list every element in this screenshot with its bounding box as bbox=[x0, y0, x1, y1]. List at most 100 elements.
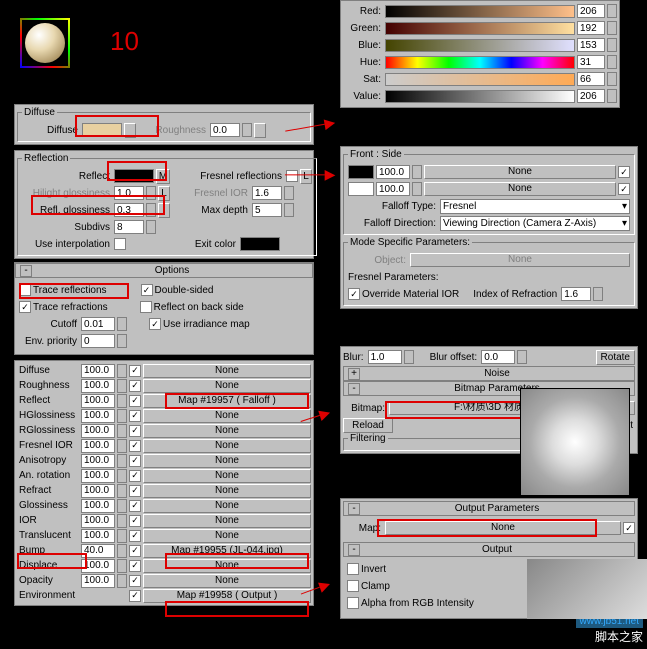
map-slot-button[interactable]: None bbox=[143, 469, 311, 483]
hilight-input[interactable] bbox=[114, 186, 144, 200]
color-spinner[interactable] bbox=[607, 4, 617, 18]
map-slot-button[interactable]: None bbox=[143, 439, 311, 453]
output-params-header[interactable]: - Output Parameters bbox=[343, 501, 635, 516]
map-enable-checkbox[interactable] bbox=[129, 590, 141, 602]
map-spinner[interactable] bbox=[117, 544, 127, 558]
env-input[interactable] bbox=[81, 334, 115, 348]
noise-header[interactable]: + Noise bbox=[343, 366, 635, 381]
color-spinner[interactable] bbox=[607, 21, 617, 35]
refl-gloss-map-button[interactable] bbox=[158, 203, 170, 218]
color-value-input[interactable] bbox=[577, 89, 605, 103]
map-spinner[interactable] bbox=[117, 499, 127, 513]
map-slot-button[interactable]: None bbox=[143, 379, 311, 393]
fresnel-ior-input[interactable] bbox=[252, 186, 282, 200]
reflect-back-checkbox[interactable] bbox=[140, 301, 152, 313]
color-value-input[interactable] bbox=[577, 21, 605, 35]
maxdepth-spinner[interactable] bbox=[284, 203, 294, 217]
map-enable-checkbox[interactable] bbox=[129, 380, 141, 392]
roughness-spinner[interactable] bbox=[242, 123, 252, 137]
map-spinner[interactable] bbox=[117, 439, 127, 453]
useinterp-checkbox[interactable] bbox=[114, 238, 126, 250]
clamp-checkbox[interactable] bbox=[347, 580, 359, 592]
map-slot-button[interactable]: Map #19958 ( Output ) bbox=[143, 589, 311, 603]
output-map-checkbox[interactable] bbox=[623, 522, 635, 534]
map-amount-input[interactable] bbox=[81, 424, 115, 438]
side-color-swatch[interactable] bbox=[348, 182, 374, 196]
map-slot-button[interactable]: None bbox=[143, 454, 311, 468]
color-spinner[interactable] bbox=[607, 38, 617, 52]
map-amount-input[interactable] bbox=[81, 379, 115, 393]
reload-button[interactable]: Reload bbox=[343, 418, 393, 433]
options-header[interactable]: - Options bbox=[15, 263, 313, 278]
front-color-swatch[interactable] bbox=[348, 165, 374, 179]
map-enable-checkbox[interactable] bbox=[129, 575, 141, 587]
falloff-type-select[interactable]: Fresnel bbox=[440, 199, 630, 214]
map-slot-button[interactable]: None bbox=[143, 559, 311, 573]
map-amount-input[interactable] bbox=[81, 439, 115, 453]
map-slot-button[interactable]: None bbox=[143, 364, 311, 378]
front-enable-checkbox[interactable] bbox=[618, 166, 630, 178]
diffuse-map-button[interactable] bbox=[124, 123, 136, 138]
map-amount-input[interactable] bbox=[81, 394, 115, 408]
map-slot-button[interactable]: None bbox=[143, 499, 311, 513]
map-amount-input[interactable] bbox=[81, 469, 115, 483]
map-slot-button[interactable]: None bbox=[143, 514, 311, 528]
side-spinner[interactable] bbox=[412, 182, 422, 196]
reflect-color-swatch[interactable] bbox=[114, 169, 154, 183]
color-slider[interactable] bbox=[385, 22, 575, 35]
map-enable-checkbox[interactable] bbox=[129, 485, 141, 497]
trace-refr-checkbox[interactable] bbox=[19, 301, 31, 313]
ior-input[interactable] bbox=[561, 287, 591, 301]
map-amount-input[interactable] bbox=[81, 454, 115, 468]
bluroff-spinner[interactable] bbox=[517, 350, 527, 364]
map-enable-checkbox[interactable] bbox=[129, 530, 141, 542]
map-spinner[interactable] bbox=[117, 574, 127, 588]
map-spinner[interactable] bbox=[117, 529, 127, 543]
map-amount-input[interactable] bbox=[81, 574, 115, 588]
front-map-button[interactable]: None bbox=[424, 165, 616, 179]
hilight-l-button[interactable]: L bbox=[158, 186, 170, 201]
maxdepth-input[interactable] bbox=[252, 203, 282, 217]
color-spinner[interactable] bbox=[607, 55, 617, 69]
double-sided-checkbox[interactable] bbox=[141, 284, 153, 296]
fresnel-ior-spinner[interactable] bbox=[284, 186, 294, 200]
color-slider[interactable] bbox=[385, 56, 575, 69]
refl-gloss-spinner[interactable] bbox=[146, 203, 156, 217]
ior-spinner[interactable] bbox=[593, 287, 603, 301]
map-amount-input[interactable] bbox=[81, 559, 115, 573]
front-spinner[interactable] bbox=[412, 165, 422, 179]
map-enable-checkbox[interactable] bbox=[129, 515, 141, 527]
side-enable-checkbox[interactable] bbox=[618, 183, 630, 195]
plus-icon[interactable]: + bbox=[348, 368, 360, 380]
color-slider[interactable] bbox=[385, 5, 575, 18]
minus-icon[interactable]: - bbox=[20, 265, 32, 277]
env-spinner[interactable] bbox=[117, 334, 127, 348]
color-value-input[interactable] bbox=[577, 4, 605, 18]
cutoff-spinner[interactable] bbox=[117, 317, 127, 331]
map-enable-checkbox[interactable] bbox=[129, 425, 141, 437]
map-spinner[interactable] bbox=[117, 379, 127, 393]
color-slider[interactable] bbox=[385, 90, 575, 103]
side-map-button[interactable]: None bbox=[424, 182, 616, 196]
minus-icon[interactable]: - bbox=[348, 383, 360, 395]
map-spinner[interactable] bbox=[117, 409, 127, 423]
subdivs-input[interactable] bbox=[114, 220, 144, 234]
map-spinner[interactable] bbox=[117, 484, 127, 498]
cutoff-input[interactable] bbox=[81, 317, 115, 331]
map-spinner[interactable] bbox=[117, 514, 127, 528]
map-slot-button[interactable]: None bbox=[143, 409, 311, 423]
map-enable-checkbox[interactable] bbox=[129, 395, 141, 407]
color-spinner[interactable] bbox=[607, 72, 617, 86]
override-ior-checkbox[interactable] bbox=[348, 288, 360, 300]
map-amount-input[interactable] bbox=[81, 499, 115, 513]
map-spinner[interactable] bbox=[117, 424, 127, 438]
output-map-button[interactable]: None bbox=[385, 521, 621, 535]
color-slider[interactable] bbox=[385, 73, 575, 86]
falloff-dir-select[interactable]: Viewing Direction (Camera Z-Axis) bbox=[440, 216, 630, 231]
map-enable-checkbox[interactable] bbox=[129, 365, 141, 377]
front-value[interactable] bbox=[376, 165, 410, 179]
rotate-button[interactable]: Rotate bbox=[596, 350, 635, 365]
roughness-map-button[interactable] bbox=[254, 123, 266, 138]
output-section-header[interactable]: - Output bbox=[343, 542, 635, 557]
map-enable-checkbox[interactable] bbox=[129, 455, 141, 467]
